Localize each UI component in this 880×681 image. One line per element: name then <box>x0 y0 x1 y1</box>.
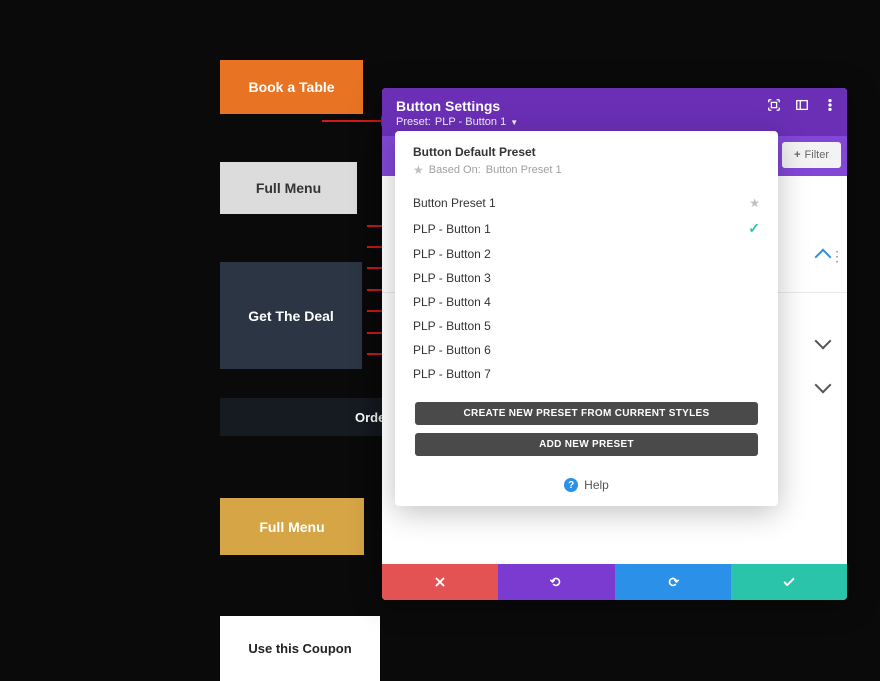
preset-item-label: PLP - Button 3 <box>413 271 491 285</box>
save-button[interactable] <box>731 564 847 600</box>
section-expand[interactable] <box>817 334 829 352</box>
cancel-button[interactable] <box>382 564 498 600</box>
preset-selector[interactable]: Preset: PLP - Button 1 ▼ <box>396 116 833 128</box>
preset-label: Preset: <box>396 116 431 128</box>
preset-item[interactable]: PLP - Button 1 ✓ <box>395 215 778 242</box>
help-label: Help <box>584 478 609 492</box>
based-on-prefix: Based On: <box>429 164 481 176</box>
caret-down-icon: ▼ <box>510 118 518 127</box>
dropdown-actions: CREATE NEW PRESET FROM CURRENT STYLES AD… <box>395 394 778 472</box>
expand-icon[interactable] <box>767 98 781 112</box>
preset-value: PLP - Button 1 <box>435 116 506 128</box>
dropdown-header: Button Default Preset ★ Based On: Button… <box>395 131 778 187</box>
default-preset-title: Button Default Preset <box>413 145 760 159</box>
close-icon <box>433 575 447 589</box>
preset-item[interactable]: PLP - Button 6 <box>395 338 778 362</box>
section-more-icon[interactable]: ⋮ <box>830 248 843 265</box>
preset-item[interactable]: PLP - Button 3 <box>395 266 778 290</box>
preset-item-label: Button Preset 1 <box>413 196 496 210</box>
section-collapse[interactable] <box>817 250 829 268</box>
based-on-value: Button Preset 1 <box>486 164 562 176</box>
star-icon: ★ <box>413 163 424 177</box>
modal-header: Button Settings Preset: PLP - Button 1 ▼ <box>382 88 847 136</box>
preset-item-label: PLP - Button 4 <box>413 295 491 309</box>
preset-item[interactable]: PLP - Button 7 <box>395 362 778 386</box>
help-link[interactable]: ? Help <box>395 472 778 506</box>
sample-button-use-coupon[interactable]: Use this Coupon <box>220 616 380 681</box>
based-on-label: ★ Based On: Button Preset 1 <box>413 163 760 177</box>
add-preset-button[interactable]: ADD NEW PRESET <box>415 433 758 456</box>
more-icon[interactable] <box>823 98 837 112</box>
sample-button-full-menu-2[interactable]: Full Menu <box>220 498 364 555</box>
filter-label: Filter <box>805 149 829 161</box>
sample-button-get-deal[interactable]: Get The Deal <box>220 262 362 369</box>
preset-item[interactable]: Button Preset 1 ★ <box>395 191 778 215</box>
check-icon: ✓ <box>748 220 760 237</box>
sidebar-toggle-icon[interactable] <box>795 98 809 112</box>
filter-button[interactable]: + Filter <box>782 142 841 168</box>
create-preset-button[interactable]: CREATE NEW PRESET FROM CURRENT STYLES <box>415 402 758 425</box>
preset-item-label: PLP - Button 5 <box>413 319 491 333</box>
help-icon: ? <box>564 478 578 492</box>
preset-item-label: PLP - Button 1 <box>413 222 491 236</box>
redo-button[interactable] <box>615 564 731 600</box>
redo-icon <box>666 575 680 589</box>
modal-footer <box>382 564 847 600</box>
preset-item[interactable]: PLP - Button 4 <box>395 290 778 314</box>
preset-item-label: PLP - Button 7 <box>413 367 491 381</box>
preset-item[interactable]: PLP - Button 2 <box>395 242 778 266</box>
plus-icon: + <box>794 149 800 161</box>
star-icon[interactable]: ★ <box>749 196 760 210</box>
sample-button-book-table[interactable]: Book a Table <box>220 60 363 114</box>
preset-dropdown: Button Default Preset ★ Based On: Button… <box>395 131 778 506</box>
section-expand[interactable] <box>817 378 829 396</box>
preset-list: Button Preset 1 ★ PLP - Button 1 ✓ PLP -… <box>395 187 778 394</box>
check-icon <box>782 575 796 589</box>
preset-item-label: PLP - Button 6 <box>413 343 491 357</box>
undo-icon <box>549 575 563 589</box>
annotation-arrow <box>322 120 390 122</box>
preset-item-label: PLP - Button 2 <box>413 247 491 261</box>
preset-item[interactable]: PLP - Button 5 <box>395 314 778 338</box>
undo-button[interactable] <box>498 564 614 600</box>
sample-button-full-menu-1[interactable]: Full Menu <box>220 162 357 214</box>
